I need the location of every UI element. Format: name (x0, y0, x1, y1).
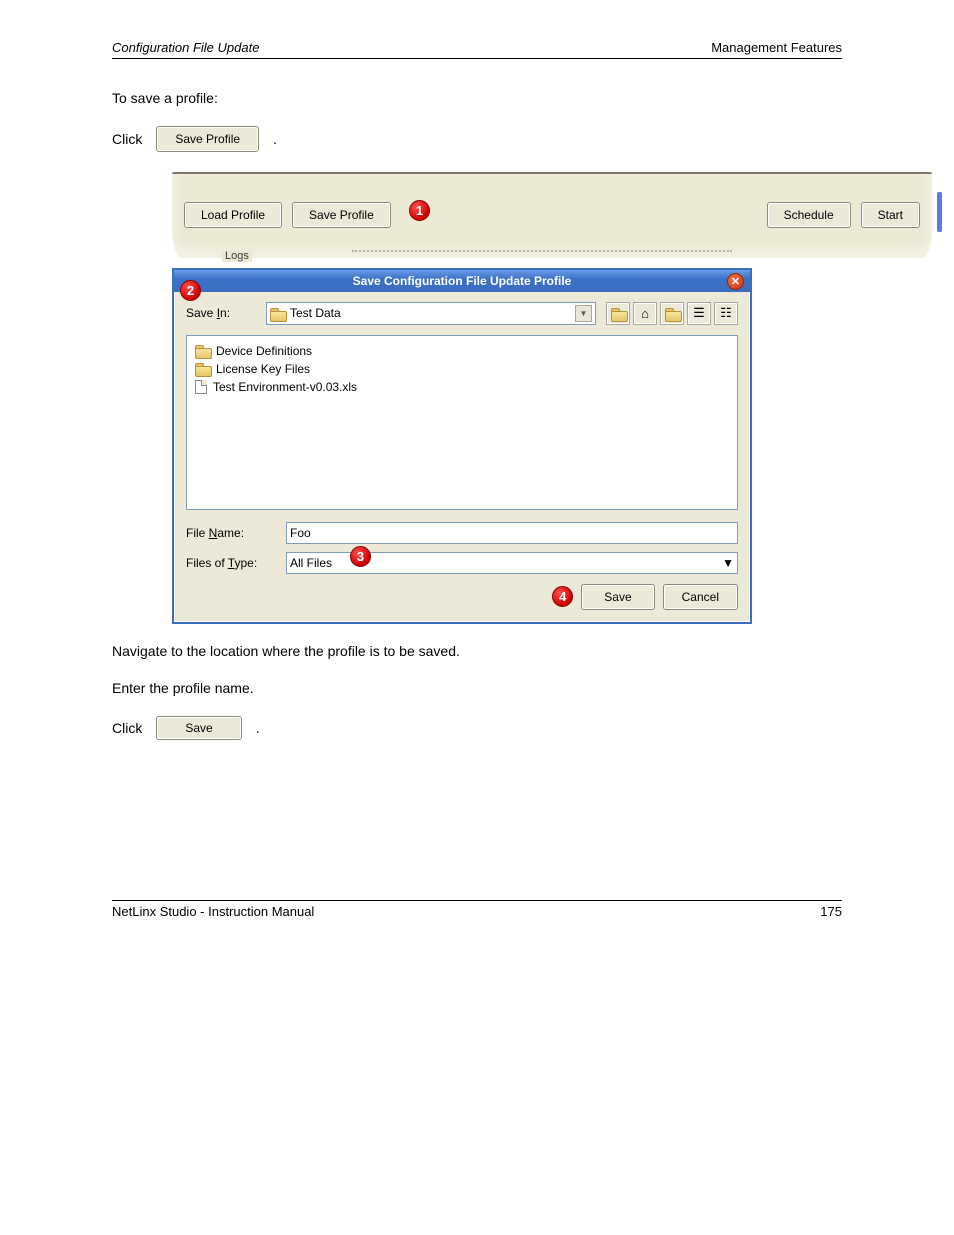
list-item[interactable]: License Key Files (195, 360, 729, 378)
save-inline-button: Save (156, 716, 241, 740)
list-item[interactable]: Test Environment-v0.03.xls (195, 378, 729, 396)
home-icon[interactable]: ⌂ (633, 302, 657, 325)
callout-3: 3 (350, 546, 371, 567)
load-profile-button[interactable]: Load Profile (184, 202, 282, 228)
callout-1: 1 (409, 200, 430, 221)
file-list[interactable]: Device Definitions License Key Files Tes… (186, 335, 738, 510)
page-footer: NetLinx Studio - Instruction Manual 175 (112, 900, 842, 919)
save-in-value: Test Data (290, 306, 570, 320)
start-button[interactable]: Start (861, 202, 920, 228)
step-4: Click Save . (112, 716, 842, 740)
save-profile-inline-button: Save Profile (156, 126, 259, 152)
list-item[interactable]: Device Definitions (195, 342, 729, 360)
save-profile-button[interactable]: Save Profile (292, 202, 391, 228)
schedule-button[interactable]: Schedule (767, 202, 851, 228)
dialog-titlebar: Save Configuration File Update Profile ✕ (174, 270, 750, 292)
step1-before: Click (112, 131, 142, 147)
step4-before: Click (112, 720, 142, 736)
save-button[interactable]: Save (581, 584, 654, 610)
header-section: Configuration File Update (112, 40, 259, 55)
dialog-title: Save Configuration File Update Profile (353, 274, 572, 288)
callout-2: 2 (180, 280, 201, 301)
logs-label-fragment: Logs (222, 250, 252, 262)
header-chapter: Management Features (711, 40, 842, 55)
save-in-select[interactable]: Test Data ▼ (266, 302, 596, 325)
screenshot-toolbar: Load Profile Save Profile Schedule Start… (172, 172, 932, 258)
chevron-down-icon[interactable]: ▼ (575, 305, 592, 322)
window-edge-fragment (937, 192, 942, 232)
close-icon[interactable]: ✕ (727, 273, 744, 290)
footer-doc-title: NetLinx Studio - Instruction Manual (112, 904, 314, 919)
details-view-icon[interactable]: ☷ (714, 302, 738, 325)
file-icon (195, 380, 207, 394)
step4-after: . (256, 720, 260, 736)
screenshot-save-dialog: Save Configuration File Update Profile ✕… (172, 268, 752, 624)
save-in-label: Save In: (186, 306, 256, 320)
callout-4: 4 (552, 586, 573, 607)
page-header: Configuration File Update Management Fea… (112, 40, 842, 59)
folder-icon (195, 345, 210, 356)
file-name-input[interactable] (286, 522, 738, 544)
new-folder-icon[interactable] (660, 302, 684, 325)
intro-text: To save a profile: (112, 89, 842, 108)
step-1: Click Save Profile . (112, 126, 842, 152)
file-name-label: File Name: (186, 526, 276, 540)
footer-page-number: 175 (820, 904, 842, 919)
step-2: Navigate to the location where the profi… (112, 642, 842, 661)
folder-icon (270, 308, 285, 319)
step-3: Enter the profile name. (112, 679, 842, 698)
up-folder-icon[interactable] (606, 302, 630, 325)
folder-icon (195, 363, 210, 374)
chevron-down-icon[interactable]: ▼ (722, 556, 734, 570)
step1-after: . (273, 131, 277, 147)
file-type-label: Files of Type: (186, 556, 276, 570)
cancel-button[interactable]: Cancel (663, 584, 738, 610)
list-view-icon[interactable]: ☰ (687, 302, 711, 325)
